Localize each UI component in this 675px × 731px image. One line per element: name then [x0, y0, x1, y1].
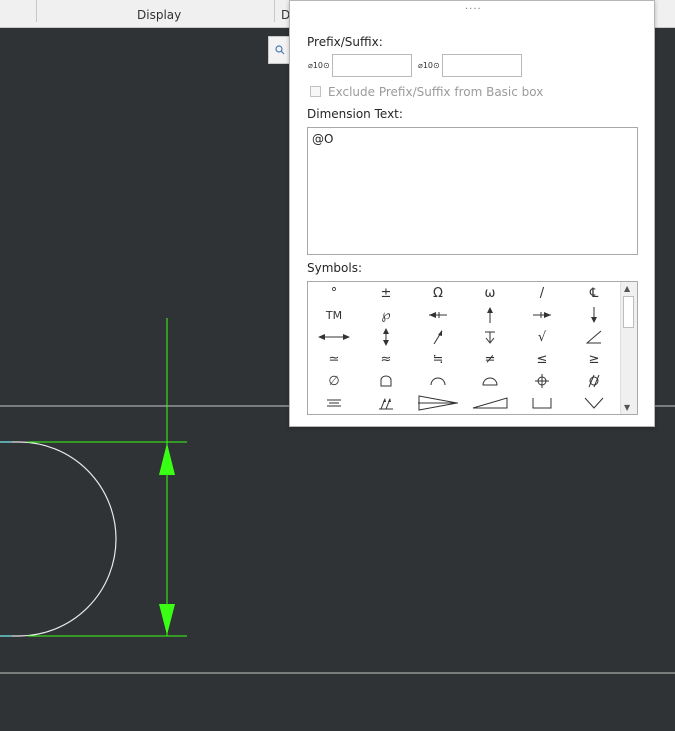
- symbols-grid: ° ± Ωω / ℄ TM ℘ √ ≃ ≈ ≒ ≠ ≤ ≥ ∅: [308, 282, 620, 414]
- dimension-text-area[interactable]: @O: [307, 127, 638, 255]
- symbols-label: Symbols:: [307, 261, 362, 275]
- symbol-cell[interactable]: /: [516, 282, 568, 304]
- symbol-countersink-icon[interactable]: [568, 392, 620, 414]
- symbol-cell[interactable]: ≤: [516, 348, 568, 370]
- symbol-cell[interactable]: √: [516, 326, 568, 348]
- arrowhead-up-icon: [159, 443, 175, 475]
- scroll-down-icon[interactable]: ▼: [624, 403, 630, 412]
- symbol-slope-icon[interactable]: [464, 392, 516, 414]
- symbol-profile-half-icon[interactable]: [464, 370, 516, 392]
- symbol-cell[interactable]: ≈: [360, 348, 412, 370]
- symbol-cell[interactable]: °: [308, 282, 360, 304]
- symbols-scrollbar[interactable]: ▲ ▼: [620, 282, 637, 414]
- prefix-suffix-label: Prefix/Suffix:: [307, 35, 383, 49]
- symbol-cell[interactable]: Ω: [412, 282, 464, 304]
- symbol-double-arrow-horizontal-icon[interactable]: [308, 326, 360, 348]
- symbol-cell[interactable]: ω: [464, 282, 516, 304]
- symbols-palette: ° ± Ωω / ℄ TM ℘ √ ≃ ≈ ≒ ≠ ≤ ≥ ∅ ▲ ▼: [307, 281, 638, 415]
- symbol-total-runout-icon[interactable]: [360, 392, 412, 414]
- symbol-arrow-left-tick-icon[interactable]: [412, 304, 464, 326]
- symbol-cell[interactable]: ≒: [412, 348, 464, 370]
- prefix-symbol-icon[interactable]: ⌀10⊙: [308, 61, 330, 70]
- symbol-cell[interactable]: ℄: [568, 282, 620, 304]
- symbol-arrow-down-icon[interactable]: [568, 304, 620, 326]
- symbol-arrow-right-tick-icon[interactable]: [516, 304, 568, 326]
- dimension-text-panel: ···· Prefix/Suffix: ⌀10⊙ ⌀10⊙ Exclude Pr…: [289, 0, 655, 427]
- symbol-cylindricity-icon[interactable]: [568, 370, 620, 392]
- symbol-arrow-diagonal-icon[interactable]: [412, 326, 464, 348]
- suffix-symbol-icon[interactable]: ⌀10⊙: [418, 61, 440, 70]
- symbol-cell[interactable]: TM: [308, 304, 360, 326]
- symbol-position-icon[interactable]: [516, 370, 568, 392]
- scroll-up-icon[interactable]: ▲: [624, 284, 630, 293]
- symbol-cone-icon[interactable]: [412, 392, 464, 414]
- scroll-thumb[interactable]: [623, 296, 634, 328]
- suffix-input[interactable]: [442, 54, 522, 77]
- symbol-angle-icon[interactable]: [568, 326, 620, 348]
- symbol-profile-surface-icon[interactable]: [360, 370, 412, 392]
- symbol-cell[interactable]: ±: [360, 282, 412, 304]
- symbol-cell[interactable]: ≥: [568, 348, 620, 370]
- symbol-profile-line-icon[interactable]: [412, 370, 464, 392]
- symbol-cell[interactable]: ≃: [308, 348, 360, 370]
- arc-geometry[interactable]: [0, 441, 117, 637]
- arrowhead-down-icon: [159, 604, 175, 635]
- diameter-dimension[interactable]: [28, 318, 187, 637]
- exclude-basic-label: Exclude Prefix/Suffix from Basic box: [328, 85, 544, 99]
- exclude-basic-checkbox[interactable]: [310, 86, 321, 97]
- prefix-input[interactable]: [332, 54, 412, 77]
- symbol-cell[interactable]: ∅: [308, 370, 360, 392]
- dimension-text-value: @O: [312, 132, 334, 146]
- dimension-text-label: Dimension Text:: [307, 107, 403, 121]
- symbol-cell[interactable]: ≠: [464, 348, 516, 370]
- symbol-counterbore-icon[interactable]: [516, 392, 568, 414]
- symbol-depth-arrow-icon[interactable]: [464, 326, 516, 348]
- symbol-arrow-up-icon[interactable]: [464, 304, 516, 326]
- symbol-flatness-icon[interactable]: [308, 392, 360, 414]
- symbol-cell[interactable]: ℘: [360, 304, 412, 326]
- panel-grip-handle[interactable]: ····: [465, 5, 482, 15]
- symbol-double-arrow-vertical-icon[interactable]: [360, 326, 412, 348]
